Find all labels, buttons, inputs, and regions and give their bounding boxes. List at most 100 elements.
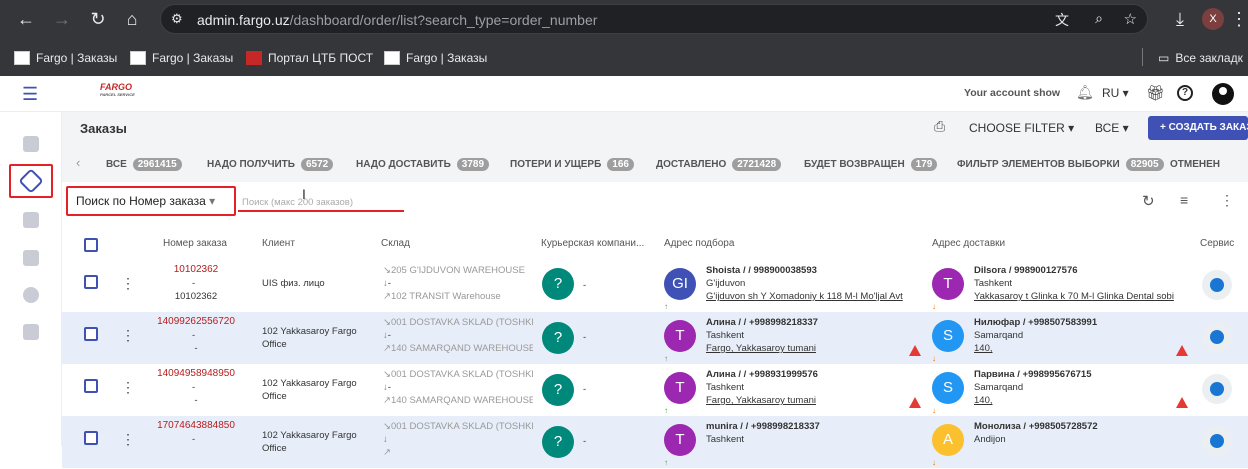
col-client[interactable]: Клиент — [262, 238, 295, 249]
service-clock-icon[interactable] — [1202, 374, 1232, 404]
tab-losses[interactable]: ПОТЕРИ И УЩЕРБ 166 — [510, 156, 634, 172]
app-header: ☰ FARGO PARCEL SERVICE Your account show … — [0, 76, 1248, 112]
delivery-contact: Монолиза / +998505728572 — [974, 421, 1098, 432]
language-select[interactable]: RU ▾ — [1102, 86, 1129, 100]
col-order-number[interactable]: Номер заказа — [163, 238, 227, 249]
row-actions-icon[interactable]: ⋮ — [121, 432, 135, 446]
pickup-address[interactable]: Fargo, Yakkasaroy tumani — [706, 342, 906, 355]
choose-filter-select[interactable]: CHOOSE FILTER ▾ — [969, 121, 1074, 135]
table-row[interactable]: ⋮ 10102362 - 10102362 UIS физ. лицо ↘205… — [62, 260, 1248, 312]
tab-to-receive[interactable]: НАДО ПОЛУЧИТЬ 6572 — [207, 156, 334, 172]
back-icon[interactable]: ← — [12, 5, 40, 33]
service-clock-icon[interactable] — [1202, 322, 1232, 352]
forward-icon[interactable]: → — [48, 5, 76, 33]
profile-avatar[interactable]: X — [1202, 8, 1224, 30]
pickup-address[interactable]: G'ijduvon sh Y Xomadoniy k 118 M-l Mo'lj… — [706, 290, 906, 303]
col-pickup-address[interactable]: Адрес подбора — [664, 238, 734, 249]
help-icon[interactable]: ? — [1177, 85, 1193, 101]
search-type-select[interactable]: Поиск по Номер заказа ▾ — [66, 186, 236, 216]
row-checkbox[interactable] — [84, 431, 98, 445]
bookmark-1[interactable]: Fargo | Заказы — [14, 47, 117, 69]
order-number[interactable]: 14099262556720 — [152, 316, 240, 327]
filter-icon[interactable]: ≡ — [1180, 192, 1188, 208]
reload-icon[interactable]: ↻ — [84, 5, 112, 33]
row-actions-icon[interactable]: ⋮ — [121, 380, 135, 394]
order-number[interactable]: 14094958948950 — [152, 368, 240, 379]
order-dash: - — [192, 330, 196, 341]
table-row[interactable]: ⋮ 14099262556720 - - 102 Yakkasaroy Farg… — [62, 312, 1248, 364]
sidebar — [0, 112, 62, 446]
col-courier[interactable]: Курьерская компани... — [541, 238, 644, 249]
courier-avatar[interactable]: ? — [542, 322, 574, 354]
tab-delivered[interactable]: ДОСТАВЛЕНО 2721428 — [656, 156, 782, 172]
bookmark-3[interactable]: Портал ЦТБ ПОСТ — [246, 47, 373, 69]
delivery-address[interactable]: Yakkasaroy t Glinka k 70 M-l Glinka Dent… — [974, 290, 1174, 303]
menu-icon[interactable]: ⋮ — [1230, 5, 1248, 33]
courier-avatar[interactable]: ? — [542, 426, 574, 458]
arrow-down-left-icon: ↘ — [383, 421, 391, 432]
dashboard-icon[interactable] — [23, 136, 39, 152]
courier-avatar[interactable]: ? — [542, 268, 574, 300]
table-row[interactable]: ⋮ 17074643884850 - 102 Yakkasaroy Fargo … — [62, 416, 1248, 468]
translate-icon[interactable]: 文 — [1055, 10, 1069, 30]
service-clock-icon[interactable] — [1202, 426, 1232, 456]
order-number[interactable]: 10102362 — [152, 264, 240, 275]
arrow-up-right-icon: ↗ — [383, 447, 391, 458]
printer-icon[interactable]: ⎙ — [934, 118, 945, 135]
hamburger-icon[interactable]: ☰ — [22, 85, 38, 103]
row-checkbox[interactable] — [84, 275, 98, 289]
home-icon[interactable]: ⌂ — [118, 5, 146, 33]
zoom-icon[interactable]: ⌕ — [1095, 10, 1103, 27]
tab-all[interactable]: ВСЕ 2961415 — [106, 156, 182, 172]
tab-will-return[interactable]: БУДЕТ ВОЗВРАЩЕН 179 — [804, 156, 938, 172]
settings-sliders-icon[interactable] — [23, 212, 39, 228]
arrow-up-right-icon: ↗ — [383, 291, 391, 302]
client-name: UIS физ. лицо — [262, 278, 325, 289]
delivery-address[interactable]: 140, — [974, 342, 1174, 355]
table-row[interactable]: ⋮ 14094958948950 - - 102 Yakkasaroy Farg… — [62, 364, 1248, 416]
delivery-city: Tashkent — [974, 278, 1013, 289]
row-actions-icon[interactable]: ⋮ — [121, 328, 135, 342]
gift-icon[interactable]: 🎁︎ — [1146, 84, 1165, 102]
row-checkbox[interactable] — [84, 327, 98, 341]
courier-avatar[interactable]: ? — [542, 374, 574, 406]
bookmark-2[interactable]: Fargo | Заказы — [130, 47, 233, 69]
tab-to-deliver[interactable]: НАДО ДОСТАВИТЬ 3789 — [356, 156, 490, 172]
card-icon[interactable] — [23, 324, 39, 340]
download-icon[interactable]: ⤓ — [1166, 5, 1194, 33]
refresh-icon[interactable]: ↻ — [1142, 192, 1155, 210]
star-icon[interactable]: ☆ — [1124, 10, 1137, 28]
all-select[interactable]: ВСЕ ▾ — [1095, 121, 1129, 135]
warehouse-to: ↗102 TRANSIT Warehouse — [383, 291, 501, 302]
bell-icon[interactable]: 🔔︎ — [1076, 84, 1094, 101]
logo[interactable]: FARGO PARCEL SERVICE — [100, 82, 135, 97]
search-input[interactable]: Поиск (макс 200 заказов) — [242, 197, 353, 208]
pickup-avatar: T — [664, 320, 696, 352]
tab-selection-filter[interactable]: ФИЛЬТР ЭЛЕМЕНТОВ ВЫБОРКИ 82905 — [957, 156, 1164, 172]
delivery-contact: Dilsora / 998900127576 — [974, 265, 1078, 276]
col-delivery-address[interactable]: Адрес доставки — [932, 238, 1005, 249]
all-bookmarks[interactable]: ▭ Все закладк — [1158, 47, 1243, 69]
more-options-icon[interactable]: ⋮ — [1220, 192, 1234, 209]
tabs-prev-icon[interactable]: ‹ — [76, 156, 80, 170]
site-info-icon[interactable]: ⚙ — [171, 11, 183, 27]
address-bar[interactable]: ⚙ admin.fargo.uz/dashboard/order/list?se… — [160, 4, 1148, 34]
delivery-address[interactable]: 140, — [974, 394, 1174, 407]
row-actions-icon[interactable]: ⋮ — [121, 276, 135, 290]
globe-icon[interactable] — [23, 287, 39, 303]
order-number[interactable]: 17074643884850 — [152, 420, 240, 431]
account-label[interactable]: Your account show — [964, 87, 1060, 99]
user-avatar-icon[interactable] — [1212, 83, 1234, 105]
col-warehouse[interactable]: Склад — [381, 238, 410, 249]
col-service[interactable]: Сервис — [1200, 238, 1234, 249]
delivery-icon[interactable] — [23, 250, 39, 266]
service-clock-icon[interactable] — [1202, 270, 1232, 300]
select-all-checkbox[interactable] — [84, 238, 98, 252]
tab-cancelled[interactable]: ОТМЕНЕН — [1170, 156, 1220, 172]
warehouse-to: ↗ — [383, 446, 533, 459]
create-order-button[interactable]: + СОЗДАТЬ ЗАКАЗ — [1148, 116, 1248, 140]
pickup-address[interactable]: Fargo, Yakkasaroy tumani — [706, 394, 906, 407]
bookmark-4[interactable]: Fargo | Заказы — [384, 47, 487, 69]
row-checkbox[interactable] — [84, 379, 98, 393]
orders-nav-highlight[interactable] — [9, 164, 53, 198]
